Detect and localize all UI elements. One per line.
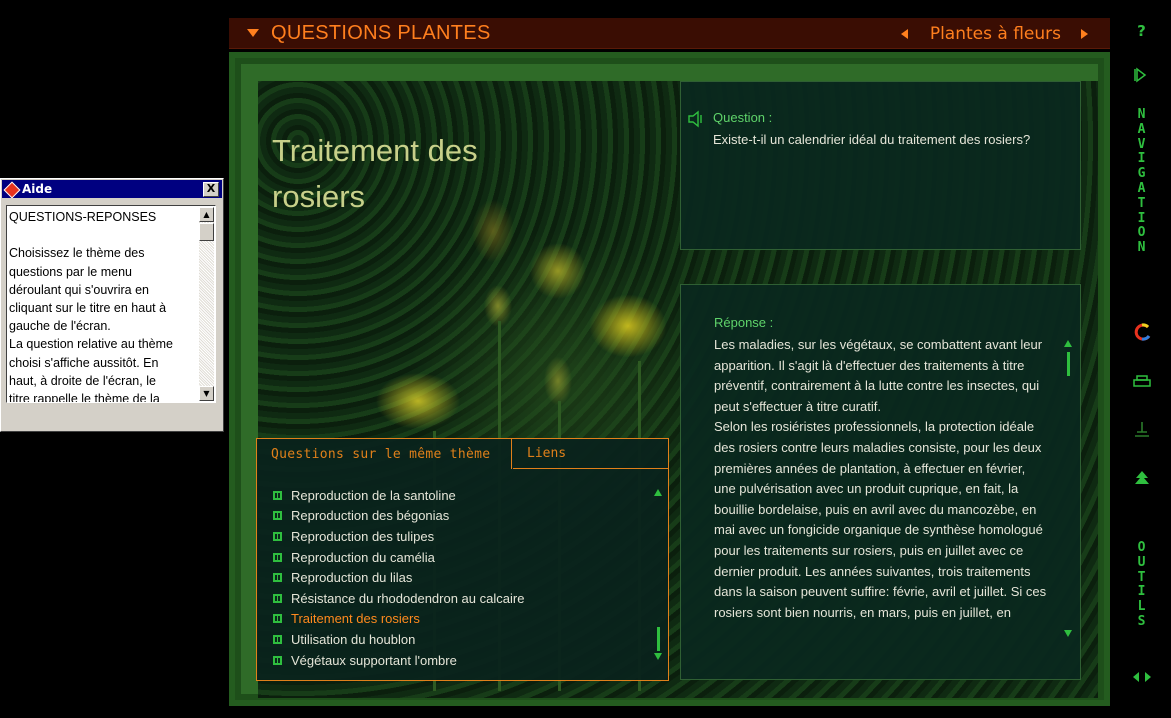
related-question-item[interactable]: Reproduction des bégonias [273,506,633,527]
related-questions-list: Reproduction de la santoline Reproduction… [273,485,633,670]
related-question-label: Utilisation du houblon [291,631,416,647]
next-category-icon[interactable] [1081,28,1088,39]
bookmark-icon[interactable] [1132,420,1152,440]
help-text-area[interactable]: QUESTIONS-REPONSES Choisissez le thème d… [6,205,216,403]
help-window: Aide X QUESTIONS-REPONSES Choisissez le … [0,178,224,432]
related-question-item[interactable]: Traitement des rosiers [273,609,633,630]
related-tabs: Questions sur le même thème Liens [257,439,668,470]
question-bullet-icon [273,531,282,541]
answer-scroll-down-icon[interactable] [1064,630,1072,637]
related-question-label: Reproduction du lilas [291,570,413,586]
question-bullet-icon [273,593,282,603]
related-questions-panel: Questions sur le même thème Liens Reprod… [256,438,669,681]
related-question-item[interactable]: Reproduction de la santoline [273,485,633,506]
category-navigator: Plantes à fleurs [900,18,1088,49]
related-question-label: Reproduction du camélia [291,549,435,565]
question-text: Existe-t-il un calendrier idéal du trait… [713,132,1031,147]
tree-icon[interactable] [1132,469,1152,489]
answer-panel: Réponse : Les maladies, sur les végétaux… [680,284,1081,680]
related-question-item[interactable]: Reproduction des tulipes [273,526,633,547]
list-scroll-thumb[interactable] [657,627,660,651]
vertical-letter: T [1137,569,1146,585]
question-bullet-icon [273,573,282,583]
related-question-label: Reproduction de la santoline [291,487,456,503]
tools-button[interactable]: OUTILS [1112,540,1171,630]
question-label: Question : [713,110,773,125]
related-question-item[interactable]: Végétaux supportant l'ombre [273,650,633,671]
answer-scroll-thumb[interactable] [1067,352,1070,376]
dropdown-arrow-icon [247,29,259,37]
vertical-letter: I [1137,584,1146,600]
answer-label: Réponse : [714,315,774,330]
vertical-letter: G [1137,166,1146,182]
vertical-letter: N [1137,107,1146,122]
vertical-letter: I [1137,151,1146,167]
scroll-down-button[interactable]: ▼ [199,386,214,401]
vertical-letter: L [1137,599,1146,615]
vertical-letter: O [1137,540,1146,555]
related-question-item[interactable]: Reproduction du lilas [273,567,633,588]
question-panel: Question : Existe-t-il un calendrier idé… [680,81,1081,250]
navigation-button[interactable]: NAVIGATION [1112,107,1171,256]
close-button[interactable]: X [203,182,219,197]
top-bar: QUESTIONS PLANTES Plantes à fleurs [229,18,1110,49]
related-question-label: Résistance du rhododendron au calcaire [291,590,525,606]
question-bullet-icon [273,614,282,624]
previous-category-icon[interactable] [900,28,908,39]
print-icon[interactable] [1132,374,1152,390]
color-wheel-icon[interactable] [1132,322,1152,342]
related-question-label: Traitement des rosiers [291,611,420,627]
question-bullet-icon [273,552,282,562]
right-toolbar: ? NAVIGATION OUTILS [1112,0,1171,718]
vertical-letter: I [1137,210,1146,226]
vertical-letter: U [1137,554,1146,570]
scroll-up-button[interactable]: ▲ [199,207,214,222]
vertical-letter: A [1137,121,1146,137]
help-title-bar[interactable]: Aide X [2,180,222,198]
tab-links[interactable]: Liens [513,439,668,469]
related-question-item[interactable]: Résistance du rhododendron au calcaire [273,588,633,609]
vertical-letter: V [1137,136,1146,152]
help-button[interactable]: ? [1112,22,1171,40]
answer-text: Les maladies, sur les végétaux, se comba… [714,337,1047,620]
list-scroll-up-icon[interactable] [654,489,662,496]
related-question-label: Reproduction des bégonias [291,508,450,524]
help-title: Aide [22,182,53,196]
play-icon[interactable] [1132,66,1150,84]
category-title: Plantes à fleurs [929,23,1061,44]
vertical-letter: O [1137,225,1146,241]
scroll-thumb[interactable] [199,223,214,241]
tab-same-theme[interactable]: Questions sur le même thème [257,439,512,469]
vertical-letter: N [1137,240,1146,256]
theme-menu-title: QUESTIONS PLANTES [271,21,491,44]
answer-scroll-up-icon[interactable] [1064,340,1072,347]
question-bullet-icon [273,490,282,500]
vertical-letter: T [1137,195,1146,211]
help-text: QUESTIONS-REPONSES Choisissez le thème d… [9,210,173,403]
help-scrollbar[interactable]: ▲ ▼ [199,207,214,401]
question-bullet-icon [273,655,282,665]
app-logo-icon [4,182,18,196]
previous-next-icon[interactable] [1131,670,1153,684]
list-scroll-down-icon[interactable] [654,653,662,660]
related-question-item[interactable]: Reproduction du camélia [273,547,633,568]
speaker-icon[interactable] [687,110,707,128]
theme-menu[interactable]: QUESTIONS PLANTES [247,22,491,45]
related-question-label: Végétaux supportant l'ombre [291,652,457,668]
related-question-item[interactable]: Utilisation du houblon [273,629,633,650]
vertical-letter: S [1137,613,1146,629]
question-bullet-icon [273,511,282,521]
vertical-letter: A [1137,180,1146,196]
related-question-label: Reproduction des tulipes [291,528,435,544]
question-bullet-icon [273,634,282,644]
page-title: Traitement des rosiers [272,133,478,214]
